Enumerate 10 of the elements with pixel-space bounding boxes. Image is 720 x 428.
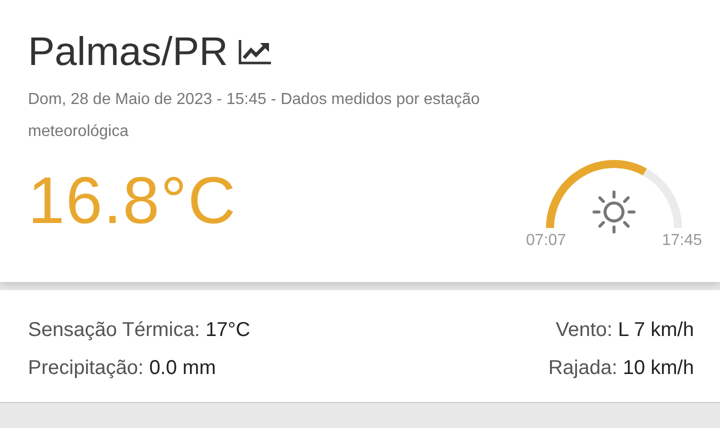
weather-detail: Precipitação: 0.0 mm [28,356,216,381]
weather-detail: Sensação Térmica: 17°C [28,318,250,343]
temperature-value: 16.8°C [28,162,237,238]
weather-detail: Rajada: 10 km/h [548,356,694,381]
sunset-time: 17:45 [662,232,702,250]
date-subtitle: Dom, 28 de Maio de 2023 - 15:45 - Dados medidos por estação meteorológica [28,90,481,142]
sunrise-time: 07:07 [526,232,566,250]
trend-chart-icon[interactable] [238,39,272,65]
city-title: Palmas/PR [28,29,228,76]
weather-detail: Vento: L 7 km/h [556,318,694,343]
